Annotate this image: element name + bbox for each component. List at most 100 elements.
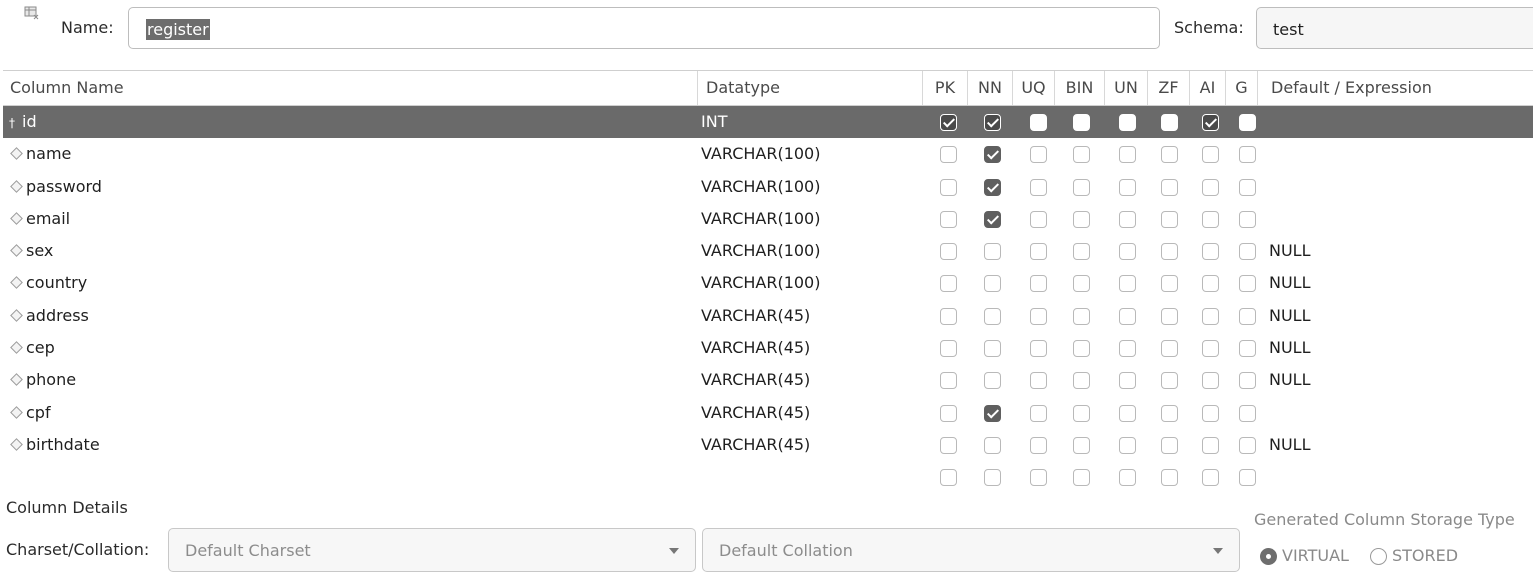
bin-checkbox[interactable]	[1073, 243, 1090, 261]
pk-checkbox[interactable]	[940, 178, 957, 196]
column-name-cell[interactable]: name	[9, 138, 71, 170]
table-row[interactable]: birthdate VARCHAR(45) NULL	[3, 429, 1533, 461]
un-checkbox[interactable]	[1119, 469, 1136, 487]
header-zf[interactable]: ZF	[1148, 71, 1190, 105]
zf-checkbox[interactable]	[1161, 436, 1178, 454]
zf-checkbox[interactable]	[1161, 243, 1178, 261]
default-cell[interactable]: NULL	[1269, 332, 1311, 364]
column-name-cell[interactable]: address	[9, 300, 89, 332]
datatype-cell[interactable]: VARCHAR(45)	[701, 364, 810, 396]
column-name-cell[interactable]: sex	[9, 235, 53, 267]
zf-checkbox[interactable]	[1161, 404, 1178, 422]
pk-checkbox[interactable]	[940, 210, 957, 228]
pk-checkbox[interactable]	[940, 275, 957, 293]
uq-checkbox[interactable]	[1030, 372, 1047, 390]
table-row[interactable]: cep VARCHAR(45) NULL	[3, 332, 1533, 364]
ai-checkbox[interactable]	[1202, 178, 1219, 196]
table-name-input[interactable]: register	[128, 7, 1160, 49]
g-checkbox[interactable]	[1239, 275, 1256, 293]
zf-checkbox[interactable]	[1161, 275, 1178, 293]
header-nn[interactable]: NN	[968, 71, 1013, 105]
zf-checkbox[interactable]	[1161, 307, 1178, 325]
uq-checkbox[interactable]	[1030, 210, 1047, 228]
g-checkbox[interactable]	[1239, 146, 1256, 164]
nn-checkbox[interactable]	[984, 307, 1001, 325]
g-checkbox[interactable]	[1239, 307, 1256, 325]
default-cell[interactable]: NULL	[1269, 235, 1311, 267]
default-cell[interactable]: NULL	[1269, 364, 1311, 396]
datatype-cell[interactable]: VARCHAR(45)	[701, 397, 810, 429]
zf-checkbox[interactable]	[1161, 114, 1178, 131]
bin-checkbox[interactable]	[1073, 275, 1090, 293]
ai-checkbox[interactable]	[1202, 146, 1219, 164]
un-checkbox[interactable]	[1119, 307, 1136, 325]
charset-select[interactable]: Default Charset	[168, 528, 696, 572]
column-name-cell[interactable]: birthdate	[9, 429, 100, 461]
zf-checkbox[interactable]	[1161, 178, 1178, 196]
zf-checkbox[interactable]	[1161, 340, 1178, 358]
un-checkbox[interactable]	[1119, 436, 1136, 454]
g-checkbox[interactable]	[1239, 210, 1256, 228]
default-cell[interactable]: NULL	[1269, 429, 1311, 461]
header-datatype[interactable]: Datatype	[698, 71, 923, 105]
ai-checkbox[interactable]	[1202, 307, 1219, 325]
header-g[interactable]: G	[1226, 71, 1258, 105]
nn-checkbox[interactable]	[984, 178, 1001, 196]
table-row[interactable]: † id INT	[3, 106, 1533, 139]
nn-checkbox[interactable]	[984, 404, 1001, 422]
table-row[interactable]: cpf VARCHAR(45)	[3, 397, 1533, 429]
nn-checkbox[interactable]	[984, 372, 1001, 390]
column-name-cell[interactable]: phone	[9, 364, 76, 396]
column-name-cell[interactable]: email	[9, 203, 70, 235]
pk-checkbox[interactable]	[940, 436, 957, 454]
table-row[interactable]: country VARCHAR(100) NULL	[3, 267, 1533, 299]
table-row[interactable]: phone VARCHAR(45) NULL	[3, 364, 1533, 396]
g-checkbox[interactable]	[1239, 114, 1256, 131]
nn-checkbox[interactable]	[984, 210, 1001, 228]
stored-radio[interactable]	[1370, 548, 1387, 565]
un-checkbox[interactable]	[1119, 372, 1136, 390]
un-checkbox[interactable]	[1119, 178, 1136, 196]
table-row[interactable]: email VARCHAR(100)	[3, 203, 1533, 235]
new-column-row[interactable]	[3, 461, 1533, 493]
header-bin[interactable]: BIN	[1055, 71, 1105, 105]
datatype-cell[interactable]: VARCHAR(100)	[701, 203, 820, 235]
nn-checkbox[interactable]	[984, 340, 1001, 358]
g-checkbox[interactable]	[1239, 178, 1256, 196]
uq-checkbox[interactable]	[1030, 436, 1047, 454]
header-un[interactable]: UN	[1105, 71, 1148, 105]
ai-checkbox[interactable]	[1202, 436, 1219, 454]
nn-checkbox[interactable]	[984, 114, 1001, 131]
uq-checkbox[interactable]	[1030, 469, 1047, 487]
table-row[interactable]: name VARCHAR(100)	[3, 138, 1533, 170]
ai-checkbox[interactable]	[1202, 469, 1219, 487]
default-cell[interactable]: NULL	[1269, 267, 1311, 299]
pk-checkbox[interactable]	[940, 243, 957, 261]
bin-checkbox[interactable]	[1073, 146, 1090, 164]
bin-checkbox[interactable]	[1073, 469, 1090, 487]
bin-checkbox[interactable]	[1073, 372, 1090, 390]
g-checkbox[interactable]	[1239, 404, 1256, 422]
column-name-cell[interactable]: country	[9, 267, 87, 299]
un-checkbox[interactable]	[1119, 210, 1136, 228]
uq-checkbox[interactable]	[1030, 243, 1047, 261]
ai-checkbox[interactable]	[1202, 404, 1219, 422]
header-uq[interactable]: UQ	[1013, 71, 1055, 105]
un-checkbox[interactable]	[1119, 243, 1136, 261]
nn-checkbox[interactable]	[984, 275, 1001, 293]
pk-checkbox[interactable]	[940, 114, 957, 131]
ai-checkbox[interactable]	[1202, 340, 1219, 358]
datatype-cell[interactable]: VARCHAR(100)	[701, 171, 820, 203]
bin-checkbox[interactable]	[1073, 178, 1090, 196]
collation-select[interactable]: Default Collation	[702, 528, 1240, 572]
un-checkbox[interactable]	[1119, 275, 1136, 293]
un-checkbox[interactable]	[1119, 146, 1136, 164]
pk-checkbox[interactable]	[940, 404, 957, 422]
g-checkbox[interactable]	[1239, 436, 1256, 454]
pk-checkbox[interactable]	[940, 372, 957, 390]
bin-checkbox[interactable]	[1073, 436, 1090, 454]
header-pk[interactable]: PK	[923, 71, 968, 105]
un-checkbox[interactable]	[1119, 404, 1136, 422]
nn-checkbox[interactable]	[984, 469, 1001, 487]
uq-checkbox[interactable]	[1030, 275, 1047, 293]
